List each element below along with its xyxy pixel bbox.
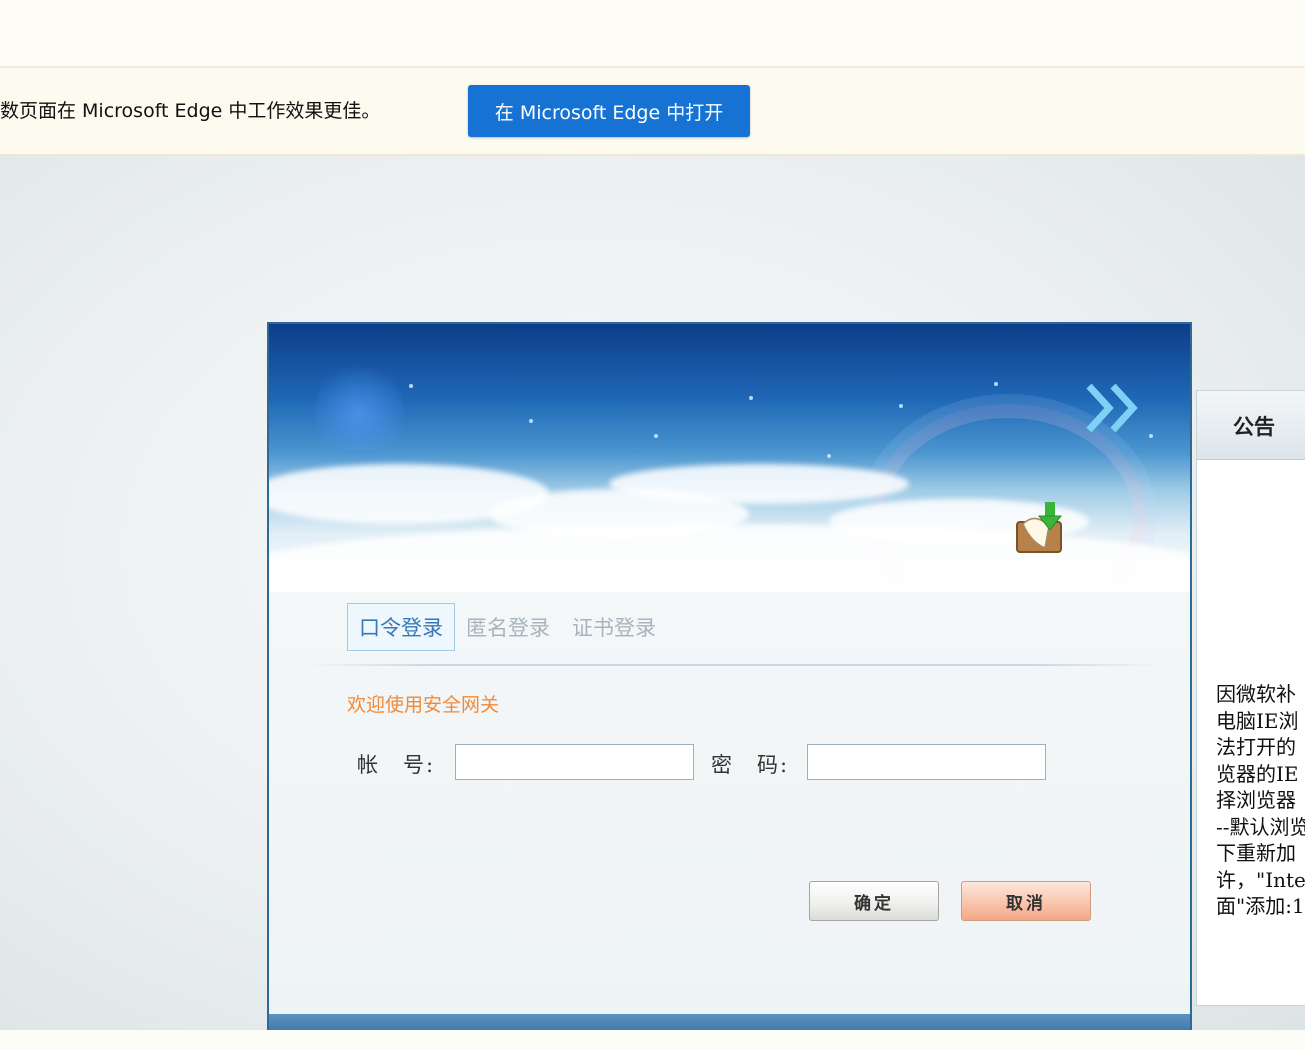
page-bottom-strip [0,1030,1305,1050]
confirm-button[interactable]: 确定 [809,881,939,921]
banner-star [827,454,831,458]
banner-cloud [609,464,909,504]
double-chevron-icon [1086,383,1138,433]
tab-password-login[interactable]: 口令登录 [347,603,455,651]
notice-line: 因微软补 [1216,682,1296,706]
login-banner [269,324,1190,592]
banner-star [409,384,413,388]
notice-line: 面"添加:1 [1216,894,1305,918]
tab-anonymous-login[interactable]: 匿名登录 [455,604,561,650]
notice-line: 电脑IE浏 [1216,708,1299,733]
tab-certificate-login[interactable]: 证书登录 [561,604,667,650]
account-input[interactable] [455,744,694,780]
edge-notification-bar: 数页面在 Microsoft Edge 中工作效果更佳。 在 Microsoft… [0,66,1305,156]
notice-panel: 公告 因微软补 电脑IE浏 法打开的 览器的IE 择浏览器 --默认浏览 下重新… [1196,390,1305,1006]
open-in-edge-button[interactable]: 在 Microsoft Edge 中打开 [468,85,750,137]
banner-star [994,382,998,386]
notice-header: 公告 [1197,391,1305,460]
password-label: 密 码: [711,753,790,777]
banner-star [654,434,658,438]
banner-star [899,404,903,408]
edge-message: 数页面在 Microsoft Edge 中工作效果更佳。 [0,100,381,122]
notice-line: 下重新加 [1216,841,1296,865]
notice-line: --默认浏览 [1216,814,1305,839]
banner-star [1149,434,1153,438]
download-box-icon [1016,502,1063,553]
password-input[interactable] [807,744,1046,780]
account-label: 帐 号: [357,753,436,777]
notice-line: 择浏览器 [1216,788,1296,812]
notice-body: 因微软补 电脑IE浏 法打开的 览器的IE 择浏览器 --默认浏览 下重新加 许… [1216,681,1305,920]
cancel-button[interactable]: 取消 [961,881,1091,921]
notice-title: 公告 [1233,414,1275,439]
login-footer-strip [269,1014,1190,1030]
banner-glow [314,359,404,469]
notice-line: 法打开的 [1216,735,1296,759]
notice-line: 览器的IE [1216,761,1299,786]
notice-line: 许，"Inte [1216,867,1305,892]
welcome-text: 欢迎使用安全网关 [347,694,500,716]
login-panel: 口令登录 匿名登录 证书登录 欢迎使用安全网关 帐 号: 密 码: 确定 取消 [267,322,1192,1030]
tab-divider [304,664,1164,666]
login-tabs: 口令登录 匿名登录 证书登录 [347,603,667,651]
banner-star [749,396,753,400]
banner-star [529,419,533,423]
browser-top-strip [0,0,1305,66]
